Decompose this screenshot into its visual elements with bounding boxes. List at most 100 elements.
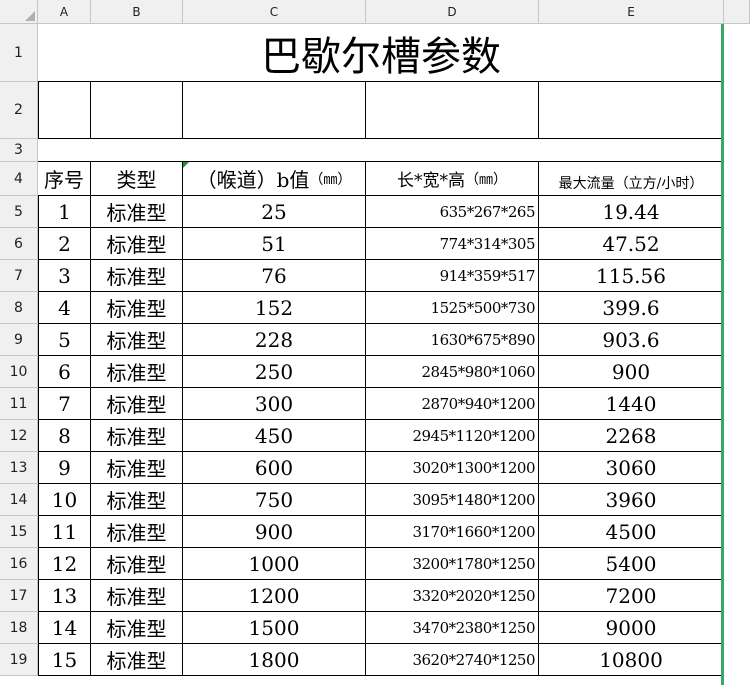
cell-seq[interactable]: 1 xyxy=(38,196,91,228)
cell-flow[interactable]: 3960 xyxy=(539,484,724,516)
header-flow[interactable]: 最大流量（立方/小时） xyxy=(539,162,724,196)
cell-throat[interactable]: 228 xyxy=(183,324,366,356)
cell-throat[interactable]: 450 xyxy=(183,420,366,452)
cell-flow[interactable]: 10800 xyxy=(539,644,724,676)
empty-cell[interactable] xyxy=(91,82,183,139)
cell-throat[interactable]: 750 xyxy=(183,484,366,516)
cell-seq[interactable]: 8 xyxy=(38,420,91,452)
column-header-f[interactable] xyxy=(724,0,750,24)
row-header[interactable]: 14 xyxy=(0,484,38,516)
row-header[interactable]: 11 xyxy=(0,388,38,420)
cell-seq[interactable]: 6 xyxy=(38,356,91,388)
cell-type[interactable]: 标准型 xyxy=(91,452,183,484)
cell-type[interactable]: 标准型 xyxy=(91,260,183,292)
sheet-title[interactable]: 巴歇尔槽参数 xyxy=(38,24,724,82)
cell-flow[interactable]: 1440 xyxy=(539,388,724,420)
column-header-b[interactable]: B xyxy=(91,0,183,24)
row-header[interactable]: 6 xyxy=(0,228,38,260)
cell-dims[interactable]: 3470*2380*1250 xyxy=(366,612,539,644)
cell-dims[interactable]: 774*314*305 xyxy=(366,228,539,260)
row-header[interactable]: 12 xyxy=(0,420,38,452)
row-header[interactable]: 4 xyxy=(0,162,38,196)
cell-dims[interactable]: 2870*940*1200 xyxy=(366,388,539,420)
cell-seq[interactable]: 9 xyxy=(38,452,91,484)
cell-dims[interactable]: 3095*1480*1200 xyxy=(366,484,539,516)
row-header[interactable]: 3 xyxy=(0,139,38,162)
cell-type[interactable]: 标准型 xyxy=(91,580,183,612)
cell-type[interactable]: 标准型 xyxy=(91,516,183,548)
cell-flow[interactable]: 7200 xyxy=(539,580,724,612)
row-header[interactable]: 1 xyxy=(0,24,38,82)
empty-row[interactable] xyxy=(38,139,724,162)
cell-flow[interactable]: 3060 xyxy=(539,452,724,484)
cell-type[interactable]: 标准型 xyxy=(91,484,183,516)
cell-flow[interactable]: 5400 xyxy=(539,548,724,580)
empty-cell[interactable] xyxy=(539,82,724,139)
cell-throat[interactable]: 600 xyxy=(183,452,366,484)
cell-type[interactable]: 标准型 xyxy=(91,644,183,676)
cell-throat[interactable]: 1000 xyxy=(183,548,366,580)
empty-cell[interactable] xyxy=(183,82,366,139)
cell-seq[interactable]: 3 xyxy=(38,260,91,292)
cell-flow[interactable]: 4500 xyxy=(539,516,724,548)
cell-throat[interactable]: 250 xyxy=(183,356,366,388)
cell-flow[interactable]: 47.52 xyxy=(539,228,724,260)
cell-seq[interactable]: 13 xyxy=(38,580,91,612)
cell-type[interactable]: 标准型 xyxy=(91,292,183,324)
cell-seq[interactable]: 2 xyxy=(38,228,91,260)
row-header[interactable]: 16 xyxy=(0,548,38,580)
column-header-d[interactable]: D xyxy=(366,0,539,24)
cell-type[interactable]: 标准型 xyxy=(91,356,183,388)
row-header[interactable]: 10 xyxy=(0,356,38,388)
cell-type[interactable]: 标准型 xyxy=(91,420,183,452)
cell-flow[interactable]: 399.6 xyxy=(539,292,724,324)
cell-seq[interactable]: 5 xyxy=(38,324,91,356)
cell-dims[interactable]: 3170*1660*1200 xyxy=(366,516,539,548)
cell-seq[interactable]: 12 xyxy=(38,548,91,580)
cell-seq[interactable]: 4 xyxy=(38,292,91,324)
cell-throat[interactable]: 900 xyxy=(183,516,366,548)
cell-type[interactable]: 标准型 xyxy=(91,196,183,228)
row-header[interactable]: 5 xyxy=(0,196,38,228)
cell-throat[interactable]: 300 xyxy=(183,388,366,420)
cell-seq[interactable]: 10 xyxy=(38,484,91,516)
cell-seq[interactable]: 11 xyxy=(38,516,91,548)
cell-throat[interactable]: 1500 xyxy=(183,612,366,644)
cell-type[interactable]: 标准型 xyxy=(91,388,183,420)
row-header[interactable]: 8 xyxy=(0,292,38,324)
cell-type[interactable]: 标准型 xyxy=(91,612,183,644)
cell-dims[interactable]: 2945*1120*1200 xyxy=(366,420,539,452)
column-header-c[interactable]: C xyxy=(183,0,366,24)
empty-cell[interactable] xyxy=(366,82,539,139)
cell-dims[interactable]: 3320*2020*1250 xyxy=(366,580,539,612)
cell-flow[interactable]: 903.6 xyxy=(539,324,724,356)
cell-dims[interactable]: 635*267*265 xyxy=(366,196,539,228)
cell-throat[interactable]: 1800 xyxy=(183,644,366,676)
row-header[interactable]: 15 xyxy=(0,516,38,548)
cell-throat[interactable]: 76 xyxy=(183,260,366,292)
row-header[interactable]: 18 xyxy=(0,612,38,644)
cell-dims[interactable]: 3020*1300*1200 xyxy=(366,452,539,484)
header-type[interactable]: 类型 xyxy=(91,162,183,196)
cell-type[interactable]: 标准型 xyxy=(91,548,183,580)
cell-dims[interactable]: 914*359*517 xyxy=(366,260,539,292)
cell-dims[interactable]: 1525*500*730 xyxy=(366,292,539,324)
cell-dims[interactable]: 1630*675*890 xyxy=(366,324,539,356)
cell-flow[interactable]: 9000 xyxy=(539,612,724,644)
row-header[interactable]: 2 xyxy=(0,82,38,139)
cell-seq[interactable]: 14 xyxy=(38,612,91,644)
cell-type[interactable]: 标准型 xyxy=(91,324,183,356)
cell-throat[interactable]: 1200 xyxy=(183,580,366,612)
row-header[interactable]: 9 xyxy=(0,324,38,356)
column-header-e[interactable]: E xyxy=(539,0,724,24)
row-header[interactable]: 13 xyxy=(0,452,38,484)
cell-flow[interactable]: 19.44 xyxy=(539,196,724,228)
select-all-corner[interactable] xyxy=(0,0,38,24)
cell-flow[interactable]: 900 xyxy=(539,356,724,388)
cell-seq[interactable]: 7 xyxy=(38,388,91,420)
column-header-a[interactable]: A xyxy=(38,0,91,24)
cell-type[interactable]: 标准型 xyxy=(91,228,183,260)
cell-throat[interactable]: 51 xyxy=(183,228,366,260)
cell-dims[interactable]: 3200*1780*1250 xyxy=(366,548,539,580)
cell-seq[interactable]: 15 xyxy=(38,644,91,676)
